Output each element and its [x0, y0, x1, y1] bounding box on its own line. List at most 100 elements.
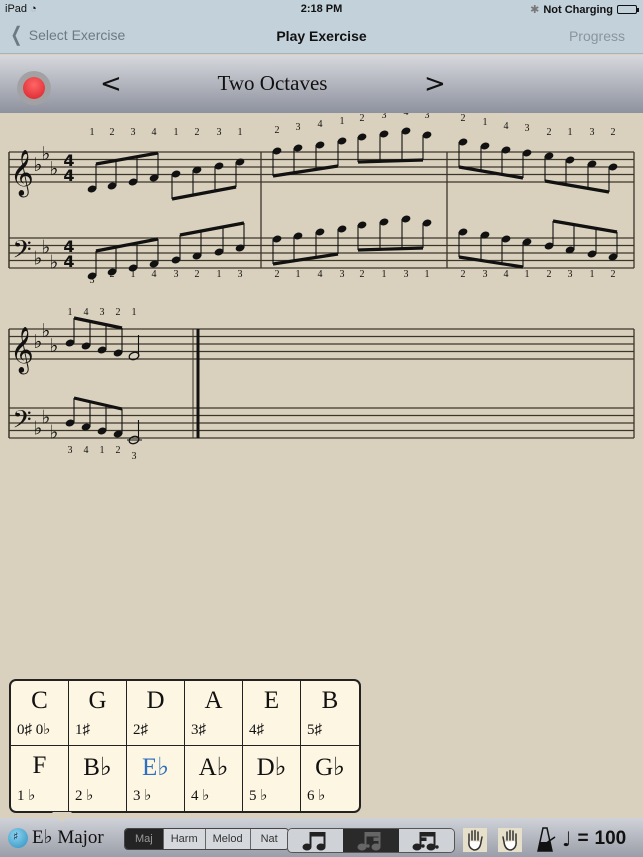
fingering-treble: 3: [525, 123, 530, 134]
beam: [357, 246, 424, 252]
bluetooth-icon: ✱: [530, 4, 540, 16]
fingering-treble: 3: [590, 127, 595, 138]
current-key[interactable]: ♯ E♭ Major: [8, 826, 104, 849]
fingering-treble: 1: [68, 307, 73, 318]
key-signature-count: 2♯: [133, 722, 148, 738]
flat-sign: ♭: [50, 251, 59, 273]
key-button[interactable]: G♭ 6 ♭: [301, 746, 359, 811]
flat-sign: ♭: [50, 158, 59, 180]
fingering-treble: 2: [110, 127, 115, 138]
previous-exercise-button[interactable]: <: [100, 69, 122, 99]
record-button[interactable]: [17, 71, 51, 105]
metronome-button[interactable]: [535, 827, 557, 857]
progress-button[interactable]: Progress: [569, 28, 625, 44]
fingering-treble: 1: [238, 127, 243, 138]
fingering-bass: 1: [525, 269, 530, 280]
rhythm-even-eighths[interactable]: [288, 829, 344, 852]
beam: [272, 252, 339, 266]
fingering-bass: 1: [296, 269, 301, 280]
next-exercise-button[interactable]: >: [424, 69, 446, 99]
key-button[interactable]: D 2♯: [127, 681, 185, 746]
key-signature-count: 1 ♭: [17, 788, 36, 804]
key-signature-count: 3♯: [191, 722, 206, 738]
key-button[interactable]: B 5♯: [301, 681, 359, 746]
rhythm-dotted-short-long[interactable]: [343, 829, 399, 852]
tempo-value: 100: [594, 828, 627, 849]
key-name: B♭: [83, 754, 112, 781]
bass-clef-icon: 𝄢: [12, 236, 31, 271]
time-sig-bottom: 4: [63, 166, 74, 185]
key-button[interactable]: A 3♯: [185, 681, 243, 746]
current-key-label: E♭ Major: [32, 827, 104, 848]
rhythm-even-eighths-icon: [302, 831, 326, 850]
fingering-bass: 3: [132, 451, 137, 462]
fingering-treble: 1: [90, 127, 95, 138]
right-hand-toggle[interactable]: [498, 828, 522, 852]
beam: [544, 179, 610, 194]
beam: [171, 185, 237, 201]
fingering-treble: 4: [504, 121, 509, 132]
beam: [458, 165, 524, 180]
key-button[interactable]: D♭ 5 ♭: [243, 746, 301, 811]
beam: [73, 396, 123, 411]
quarter-note-icon: ♩: [562, 827, 572, 851]
fingering-bass: 4: [152, 269, 157, 280]
fingering-bass: 2: [116, 445, 121, 456]
fingering-treble: 2: [611, 127, 616, 138]
key-name: C: [31, 687, 48, 714]
fingering-bass: 2: [275, 269, 280, 280]
chevron-left-icon: ❮: [10, 24, 23, 46]
record-icon: [23, 77, 45, 99]
rhythm-dotted-long-short[interactable]: [398, 829, 454, 852]
bass-clef-icon: 𝄢: [12, 406, 31, 441]
flat-sign: ♭: [50, 421, 59, 443]
key-name: E♭: [141, 754, 170, 781]
treble-clef-icon: 𝄞: [10, 150, 34, 198]
fingering-treble: 4: [84, 307, 89, 318]
back-button[interactable]: ❮ Select Exercise: [8, 24, 126, 46]
key-button[interactable]: F 1 ♭: [11, 746, 69, 811]
key-signature-count: 1♯: [75, 722, 90, 738]
fingering-bass: 3: [174, 269, 179, 280]
beam: [95, 151, 159, 166]
key-name: A: [204, 687, 223, 714]
key-button[interactable]: B♭ 2 ♭: [69, 746, 127, 811]
fingering-bass: 3: [68, 445, 73, 456]
fingering-bass: 3: [340, 269, 345, 280]
key-button[interactable]: E 4♯: [243, 681, 301, 746]
scale-type-maj[interactable]: Maj: [125, 829, 164, 849]
bottom-toolbar: ♯ E♭ Major Maj Harm Melod Nat ♩ = 100: [0, 818, 643, 857]
left-hand-toggle[interactable]: [463, 828, 487, 852]
tempo-display[interactable]: ♩ = 100: [562, 827, 626, 851]
key-button[interactable]: G 1♯: [69, 681, 127, 746]
fingering-treble: 1: [568, 127, 573, 138]
exercise-bar: < Two Octaves >: [0, 55, 643, 113]
beam: [73, 316, 123, 330]
tempo-equals: =: [577, 828, 589, 849]
status-bar: iPad ◔ 2:18 PM ✱ Not Charging: [0, 0, 643, 20]
fingering-bass: 1: [217, 269, 222, 280]
key-name: B: [321, 687, 339, 714]
fingering-treble: 2: [360, 113, 365, 124]
key-button[interactable]: A♭ 4 ♭: [185, 746, 243, 811]
key-button[interactable]: C 0♯ 0♭: [11, 681, 69, 746]
scale-type-segmented-control: Maj Harm Melod Nat: [124, 828, 289, 850]
fingering-bass: 1: [382, 269, 387, 280]
key-name: G♭: [315, 754, 345, 781]
score-canvas: 𝄞𝄢♭♭♭♭♭♭44441234123132143213234123432143…: [8, 113, 635, 462]
flat-sign: ♭: [50, 335, 59, 357]
scale-type-nat[interactable]: Nat: [250, 829, 288, 849]
metronome-icon: [537, 827, 556, 852]
fingering-bass: 1: [131, 269, 136, 280]
fingering-treble: 1: [132, 307, 137, 318]
battery-text: Not Charging: [543, 3, 613, 16]
scale-type-melod[interactable]: Melod: [205, 829, 251, 849]
key-name: G: [88, 687, 107, 714]
scale-type-harm[interactable]: Harm: [163, 829, 206, 849]
key-signature-count: 6 ♭: [307, 788, 326, 804]
key-button[interactable]: E♭ 3 ♭: [127, 746, 185, 811]
key-signature-count: 5♯: [307, 722, 322, 738]
navigation-bar: ❮ Select Exercise Play Exercise Progress: [0, 20, 643, 54]
fingering-bass: 2: [195, 269, 200, 280]
fingering-treble: 4: [152, 127, 157, 138]
